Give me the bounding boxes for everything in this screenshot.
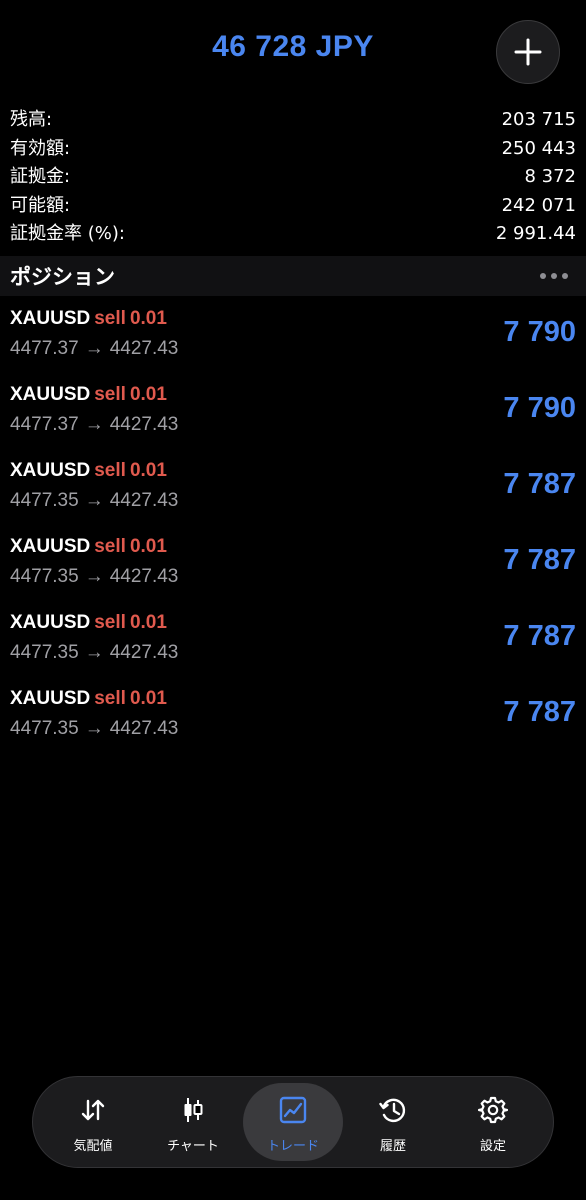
summary-label: 残高: — [10, 109, 53, 130]
summary-label: 可能額: — [10, 194, 71, 216]
add-order-button[interactable] — [496, 20, 560, 84]
price-arrow: → — [84, 566, 104, 587]
summary-value: 8 372 — [524, 166, 576, 187]
trend-chart-icon — [279, 1096, 307, 1124]
tab-label: トレード — [266, 1139, 319, 1154]
position-title: XAUUSD sell 0.01 — [10, 308, 167, 330]
position-open-price: 4477.37 — [10, 338, 79, 359]
summary-value: 2 991.44 — [495, 223, 576, 244]
position-current-price: 4427.43 — [109, 338, 179, 359]
position-title: XAUUSD sell 0.01 — [10, 460, 167, 482]
position-current-price: 4427.43 — [109, 490, 179, 511]
position-volume: 0.01 — [129, 308, 167, 329]
position-current-price: 4427.43 — [109, 414, 179, 435]
tab-label: 設定 — [479, 1139, 506, 1154]
summary-value: 250 443 — [501, 137, 576, 159]
summary-row-margin: 証拠金: 8 372 — [0, 163, 586, 192]
summary-label: 証拠金: — [10, 166, 71, 187]
position-symbol: XAUUSD — [10, 688, 91, 709]
position-profit: 7 787 — [503, 468, 576, 500]
price-arrow: → — [84, 490, 104, 511]
summary-label: 証拠金率 (%): — [10, 223, 125, 244]
position-open-price: 4477.35 — [10, 566, 79, 587]
position-row[interactable]: XAUUSD sell 0.01 4477.35 → 4427.43 7 787 — [0, 680, 586, 756]
position-profit: 7 787 — [503, 544, 576, 576]
sort-arrows-icon — [81, 1099, 105, 1121]
position-prices: 4477.35 → 4427.43 — [10, 490, 178, 512]
summary-label: 有効額: — [10, 137, 71, 159]
position-open-price: 4477.37 — [10, 414, 79, 435]
more-options-icon[interactable] — [540, 273, 568, 279]
position-symbol: XAUUSD — [10, 308, 91, 329]
positions-list: XAUUSD sell 0.01 4477.37 → 4427.43 7 790 XAU… — [0, 300, 586, 756]
position-current-price: 4427.43 — [109, 642, 179, 663]
tab-settings[interactable]: 設定 — [443, 1083, 543, 1161]
tab-label: チャート — [167, 1139, 219, 1154]
position-side: sell — [94, 612, 126, 633]
position-row[interactable]: XAUUSD sell 0.01 4477.35 → 4427.43 7 787 — [0, 452, 586, 528]
summary-value: 203 715 — [501, 109, 576, 130]
position-profit: 7 790 — [503, 316, 576, 348]
position-profit: 7 790 — [503, 392, 576, 424]
position-volume: 0.01 — [129, 536, 167, 557]
candlestick-icon — [184, 1098, 203, 1122]
price-arrow: → — [84, 414, 104, 435]
position-prices: 4477.37 → 4427.43 — [10, 414, 178, 436]
summary-value: 242 071 — [501, 194, 576, 216]
summary-row-free-margin: 可能額: 242 071 — [0, 192, 586, 221]
position-volume: 0.01 — [129, 612, 167, 633]
tab-history[interactable]: 履歴 — [343, 1083, 443, 1161]
position-current-price: 4427.43 — [109, 566, 179, 587]
summary-row-balance: 残高: 203 715 — [0, 106, 586, 135]
history-clock-icon — [379, 1098, 406, 1123]
tab-chart[interactable]: チャート — [143, 1083, 243, 1161]
position-profit: 7 787 — [503, 696, 576, 728]
position-volume: 0.01 — [129, 688, 167, 709]
price-arrow: → — [84, 642, 104, 663]
tab-quotes[interactable]: 気配値 — [43, 1083, 143, 1161]
position-prices: 4477.35 → 4427.43 — [10, 642, 178, 664]
position-side: sell — [94, 536, 126, 557]
position-title: XAUUSD sell 0.01 — [10, 688, 167, 710]
position-row[interactable]: XAUUSD sell 0.01 4477.35 → 4427.43 7 787 — [0, 528, 586, 604]
position-open-price: 4477.35 — [10, 642, 79, 663]
price-arrow: → — [84, 338, 104, 359]
position-side: sell — [94, 308, 126, 329]
position-row[interactable]: XAUUSD sell 0.01 4477.37 → 4427.43 7 790 — [0, 300, 586, 376]
position-profit: 7 787 — [503, 620, 576, 652]
plus-icon — [514, 38, 542, 66]
position-side: sell — [94, 460, 126, 481]
position-symbol: XAUUSD — [10, 612, 91, 633]
position-prices: 4477.35 → 4427.43 — [10, 718, 178, 740]
position-symbol: XAUUSD — [10, 536, 91, 557]
position-symbol: XAUUSD — [10, 460, 91, 481]
position-prices: 4477.35 → 4427.43 — [10, 566, 178, 588]
position-prices: 4477.37 → 4427.43 — [10, 338, 178, 360]
header: 46 728 JPY — [0, 0, 586, 104]
position-title: XAUUSD sell 0.01 — [10, 384, 167, 406]
tab-label: 気配値 — [73, 1139, 113, 1154]
position-title: XAUUSD sell 0.01 — [10, 612, 167, 634]
position-current-price: 4427.43 — [109, 718, 179, 739]
gear-icon — [478, 1096, 508, 1124]
tab-trade[interactable]: トレード — [243, 1083, 343, 1161]
price-arrow: → — [84, 718, 104, 739]
position-row[interactable]: XAUUSD sell 0.01 4477.35 → 4427.43 7 787 — [0, 604, 586, 680]
position-volume: 0.01 — [129, 384, 167, 405]
position-symbol: XAUUSD — [10, 384, 91, 405]
account-summary: 残高: 203 715 有効額: 250 443 証拠金: 8 372 可能額:… — [0, 106, 586, 249]
position-title: XAUUSD sell 0.01 — [10, 536, 167, 558]
position-side: sell — [94, 384, 126, 405]
position-side: sell — [94, 688, 126, 709]
positions-section-header: ポジション — [0, 256, 586, 296]
position-volume: 0.01 — [129, 460, 167, 481]
tab-label: 履歴 — [379, 1139, 406, 1154]
summary-row-equity: 有効額: 250 443 — [0, 135, 586, 164]
summary-row-margin-level: 証拠金率 (%): 2 991.44 — [0, 220, 586, 249]
positions-title: ポジション — [10, 265, 115, 289]
position-row[interactable]: XAUUSD sell 0.01 4477.37 → 4427.43 7 790 — [0, 376, 586, 452]
bottom-tab-bar: 気配値 チャート トレード 履歴 設定 — [32, 1076, 554, 1168]
position-open-price: 4477.35 — [10, 718, 79, 739]
position-open-price: 4477.35 — [10, 490, 79, 511]
